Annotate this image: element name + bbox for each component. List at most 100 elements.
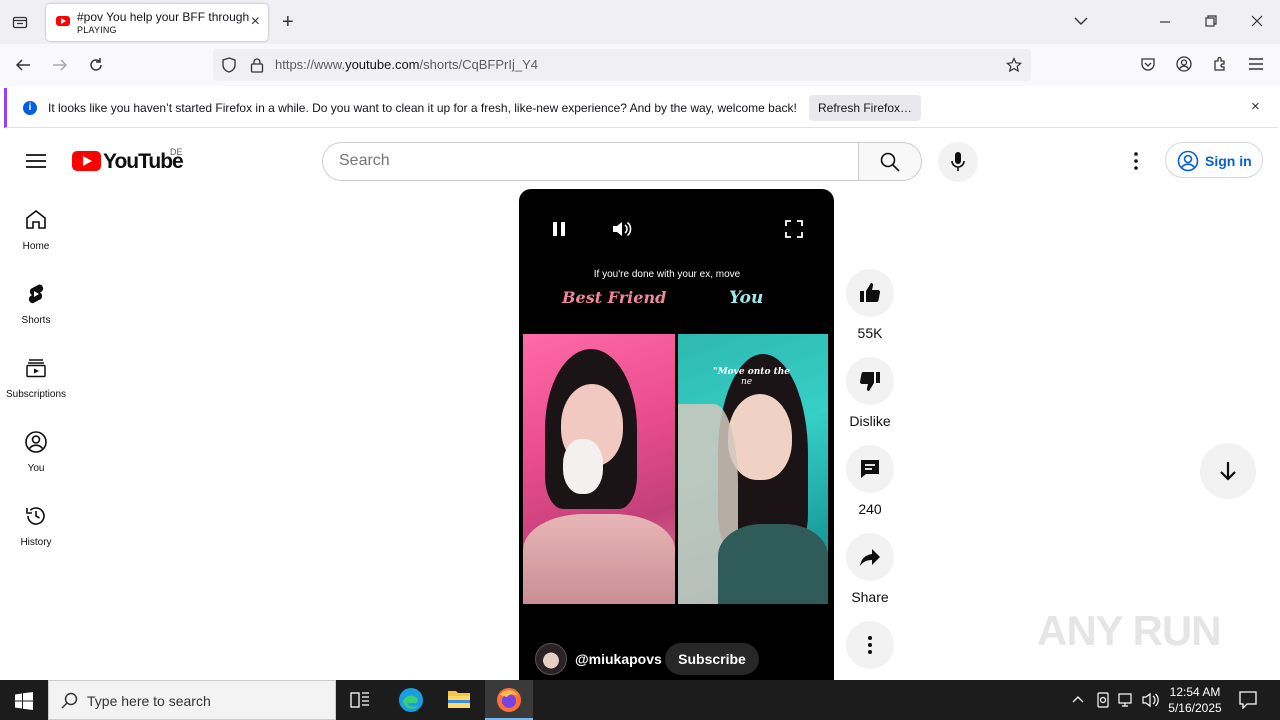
channel-name[interactable]: @miukapovs <box>575 651 662 667</box>
forward-icon[interactable] <box>52 57 68 73</box>
you-icon <box>25 431 47 453</box>
sign-in-button[interactable]: Sign in <box>1165 142 1263 178</box>
sidebar-item-history[interactable]: History <box>0 504 72 548</box>
channel-avatar[interactable] <box>535 643 567 675</box>
browser-nav-bar: https://www.youtube.com/shorts/CqBFPrIj_… <box>0 44 1280 86</box>
sidebar-item-subscriptions[interactable]: Subscriptions <box>0 356 72 400</box>
sidebar-item-label: History <box>20 537 52 548</box>
refresh-firefox-button[interactable]: Refresh Firefox… <box>809 95 921 121</box>
search-button[interactable] <box>858 142 922 181</box>
firefox-notification-bar: i It looks like you haven’t started Fire… <box>4 88 1278 128</box>
subscribe-button[interactable]: Subscribe <box>665 643 759 675</box>
thumbs-up-icon <box>860 283 881 303</box>
app-menu-icon[interactable] <box>1248 57 1264 71</box>
dislike-button[interactable] <box>846 357 894 405</box>
thumbs-down-icon <box>859 371 880 391</box>
country-code: DE <box>170 147 183 157</box>
taskbar-search-box[interactable]: Type here to search <box>48 680 336 720</box>
tab-playing-status: PLAYING <box>77 25 117 35</box>
firefox-taskbar-button[interactable] <box>485 680 533 720</box>
back-icon[interactable] <box>15 57 31 73</box>
url-prefix: https://www. <box>275 57 346 72</box>
overlay-line-1: "Move onto the <box>713 367 791 377</box>
like-count: 55K <box>857 325 883 341</box>
browser-tab-active[interactable]: #pov You help your BFF through PLAYING × <box>46 4 268 41</box>
youtube-favicon-icon <box>56 16 70 26</box>
sidebar-item-label: Home <box>22 241 50 252</box>
notification-close-icon[interactable]: × <box>1251 98 1260 115</box>
restore-icon[interactable] <box>1205 15 1217 27</box>
microphone-icon <box>951 152 965 171</box>
youtube-logo-icon[interactable] <box>72 151 101 171</box>
search-box[interactable] <box>322 142 859 181</box>
video-caption-left: Best Friend <box>562 288 667 307</box>
more-options-icon[interactable] <box>1134 152 1138 170</box>
firefox-icon <box>497 688 521 712</box>
task-view-icon[interactable] <box>350 691 370 709</box>
comments-button[interactable] <box>846 445 894 493</box>
shorts-video-player[interactable]: If you're done with your ex, move Best F… <box>519 189 834 680</box>
like-action: 55K <box>846 269 894 341</box>
clock-date: 5/16/2025 <box>1168 701 1222 715</box>
tracking-shield-icon[interactable] <box>221 57 237 73</box>
reload-icon[interactable] <box>88 57 104 73</box>
voice-search-button[interactable] <box>938 142 978 182</box>
list-all-tabs-icon[interactable] <box>1074 16 1088 26</box>
sidebar-item-you[interactable]: You <box>0 430 72 474</box>
search-icon <box>61 692 78 709</box>
tab-close-icon[interactable]: × <box>251 13 260 31</box>
fullscreen-icon[interactable] <box>785 220 803 238</box>
overlay-line-2: ne <box>741 377 753 387</box>
video-overlay-text: "Move onto the ne <box>713 367 790 387</box>
dislike-action: Dislike <box>846 357 894 429</box>
video-caption: If you're done with your ex, move <box>593 269 741 280</box>
file-explorer-icon[interactable] <box>447 688 471 710</box>
edge-browser-icon[interactable] <box>398 687 424 713</box>
more-action <box>846 621 894 669</box>
device-icon[interactable] <box>1096 692 1110 708</box>
bookmark-star-icon[interactable] <box>1006 57 1022 73</box>
lock-icon[interactable] <box>250 57 264 73</box>
search-icon <box>880 152 900 172</box>
network-icon[interactable] <box>1118 692 1136 708</box>
arrow-down-icon <box>1220 462 1236 481</box>
url-bar[interactable]: https://www.youtube.com/shorts/CqBFPrIj_… <box>213 49 1031 81</box>
pocket-icon[interactable] <box>1140 56 1156 72</box>
sidebar-item-home[interactable]: Home <box>0 208 72 252</box>
shorts-icon <box>28 284 44 304</box>
new-tab-button[interactable]: + <box>282 12 294 32</box>
next-video-button[interactable] <box>1200 443 1256 499</box>
windows-start-icon[interactable] <box>15 692 33 710</box>
volume-icon[interactable] <box>612 220 634 238</box>
url-text[interactable]: https://www.youtube.com/shorts/CqBFPrIj_… <box>275 57 538 72</box>
sidebar-item-label: You <box>27 463 45 474</box>
share-button[interactable] <box>846 533 894 581</box>
search-input[interactable] <box>339 152 839 170</box>
browser-tab-strip: #pov You help your BFF through PLAYING ×… <box>0 0 1280 44</box>
sidebar-item-shorts[interactable]: Shorts <box>0 282 72 326</box>
account-icon[interactable] <box>1176 56 1192 72</box>
tab-title: #pov You help your BFF through <box>77 10 249 24</box>
face-shape <box>728 394 792 480</box>
video-frame-left <box>523 334 675 604</box>
extensions-icon[interactable] <box>1212 56 1228 72</box>
volume-icon[interactable] <box>1142 692 1160 708</box>
comments-action: 240 <box>846 445 894 517</box>
notifications-icon[interactable] <box>1239 691 1257 709</box>
hamburger-menu-icon[interactable] <box>26 153 46 169</box>
dislike-label: Dislike <box>849 413 891 429</box>
sidebar-item-label: Subscriptions <box>5 389 67 400</box>
video-caption-right: You <box>729 288 764 308</box>
subscriptions-icon <box>26 359 46 378</box>
pause-icon[interactable] <box>552 221 566 237</box>
minimize-icon[interactable] <box>1159 16 1171 28</box>
show-hidden-icons-icon[interactable] <box>1072 695 1084 703</box>
like-button[interactable] <box>846 269 894 317</box>
tissue-shape <box>563 439 603 494</box>
taskbar-clock[interactable]: 12:54 AM 5/16/2025 <box>1160 684 1230 716</box>
account-circle-icon <box>1177 150 1199 172</box>
tab-list-icon[interactable] <box>12 14 28 30</box>
more-actions-button[interactable] <box>846 621 894 669</box>
clothes-shape <box>718 524 828 604</box>
close-window-icon[interactable] <box>1251 15 1263 27</box>
